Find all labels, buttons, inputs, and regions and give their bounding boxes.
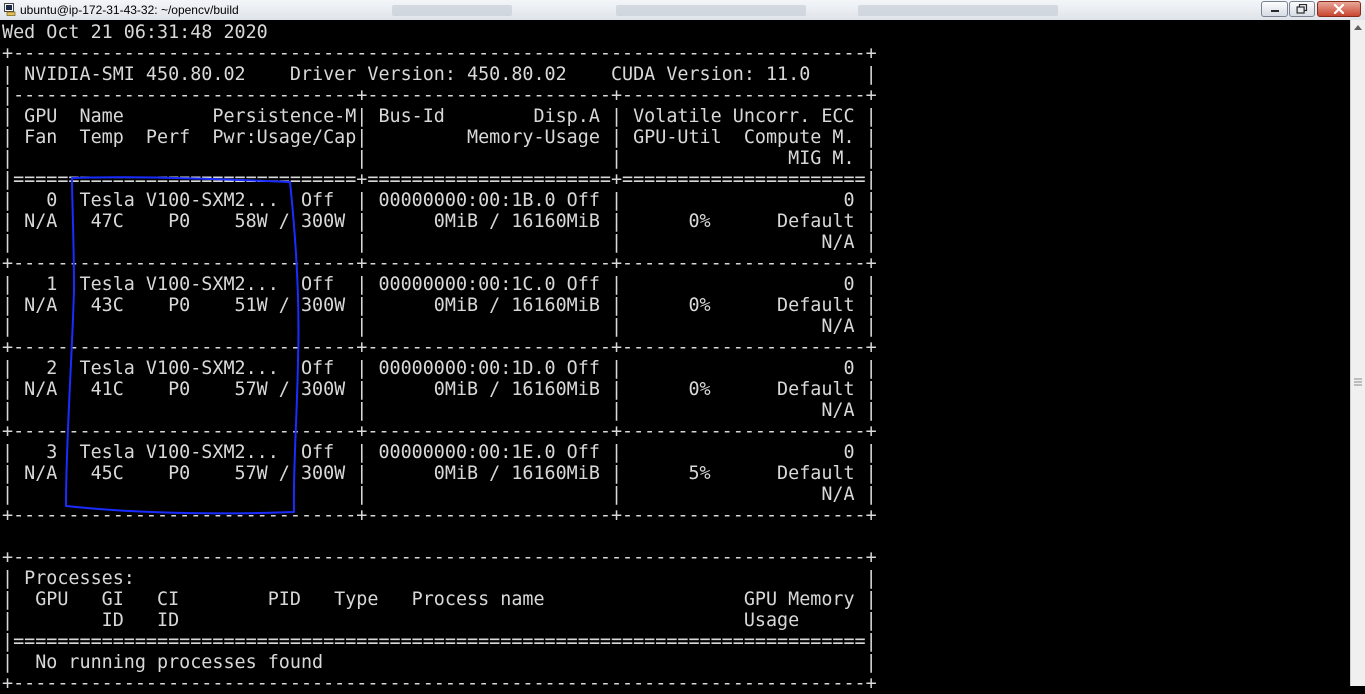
background-window-tab — [616, 5, 806, 16]
window-title: ubuntu@ip-172-31-43-32: ~/opencv/build — [20, 3, 239, 17]
maximize-button[interactable] — [1289, 1, 1315, 17]
scroll-grip-icon[interactable] — [1354, 378, 1362, 386]
terminal-line: +---------------------------------------… — [2, 547, 877, 568]
terminal-line: | N/A 43C P0 51W / 300W | 0MiB / 16160Mi… — [2, 295, 877, 316]
terminal-line: +-------------------------------+-------… — [2, 337, 877, 358]
minimize-button[interactable] — [1261, 1, 1288, 17]
background-window-tab — [392, 5, 512, 16]
close-button[interactable] — [1317, 1, 1361, 17]
terminal-line: | | | N/A | — [2, 316, 877, 337]
terminal-line: |-------------------------------+-------… — [2, 85, 877, 106]
vertical-scrollbar[interactable] — [1350, 20, 1365, 686]
terminal-output: Wed Oct 21 06:31:48 2020 +--------------… — [2, 22, 877, 694]
terminal-line: | | | N/A | — [2, 400, 877, 421]
terminal-line: | 3 Tesla V100-SXM2... Off | 00000000:00… — [2, 442, 877, 463]
terminal-line: +-------------------------------+-------… — [2, 421, 877, 442]
terminal-line: | GPU Name Persistence-M| Bus-Id Disp.A … — [2, 106, 877, 127]
terminal-line: | | | N/A | — [2, 484, 877, 505]
terminal-line: | N/A 45C P0 57W / 300W | 0MiB / 16160Mi… — [2, 463, 877, 484]
close-icon — [1333, 4, 1345, 14]
terminal-line: | Fan Temp Perf Pwr:Usage/Cap| Memory-Us… — [2, 127, 877, 148]
terminal-line: | 1 Tesla V100-SXM2... Off | 00000000:00… — [2, 274, 877, 295]
window-title-bar[interactable]: ubuntu@ip-172-31-43-32: ~/opencv/build — [0, 0, 1365, 21]
terminal-line: | | | MIG M. | — [2, 148, 877, 169]
maximize-icon — [1296, 4, 1308, 14]
terminal-line: | N/A 41C P0 57W / 300W | 0MiB / 16160Mi… — [2, 379, 877, 400]
terminal-line: | 2 Tesla V100-SXM2... Off | 00000000:00… — [2, 358, 877, 379]
terminal-line: | ID ID Usage | — [2, 610, 877, 631]
background-window-tab — [858, 5, 1058, 16]
terminal-line: Wed Oct 21 06:31:48 2020 — [2, 22, 268, 43]
terminal-line: | | | N/A | — [2, 232, 877, 253]
terminal-line: | Processes: | — [2, 568, 877, 589]
terminal-line: +-------------------------------+-------… — [2, 505, 877, 526]
terminal-line: |=======================================… — [2, 631, 877, 652]
terminal-line: |===============================+=======… — [2, 169, 877, 190]
terminal-line: | N/A 47C P0 58W / 300W | 0MiB / 16160Mi… — [2, 211, 877, 232]
terminal-line: +---------------------------------------… — [2, 673, 877, 694]
arrow-up-icon[interactable] — [1351, 20, 1365, 36]
terminal-line: | NVIDIA-SMI 450.80.02 Driver Version: 4… — [2, 64, 877, 85]
terminal-line: | GPU GI CI PID Type Process name GPU Me… — [2, 589, 877, 610]
minimize-icon — [1270, 10, 1279, 12]
terminal-line: +---------------------------------------… — [2, 43, 877, 64]
putty-terminal-icon — [4, 3, 16, 16]
terminal-area[interactable]: Wed Oct 21 06:31:48 2020 +--------------… — [0, 20, 1350, 694]
terminal-line: +-------------------------------+-------… — [2, 253, 877, 274]
terminal-line: | 0 Tesla V100-SXM2... Off | 00000000:00… — [2, 190, 877, 211]
terminal-line: | No running processes found | — [2, 652, 877, 673]
